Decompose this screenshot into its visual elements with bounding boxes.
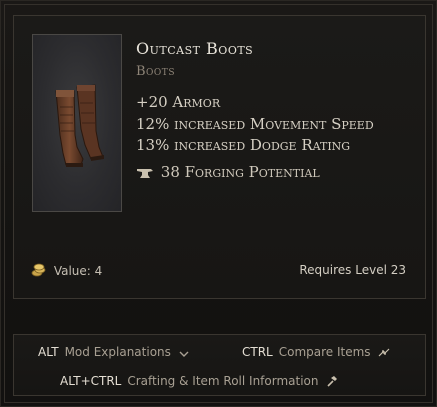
- anvil-icon: [137, 169, 153, 178]
- leather-boots-icon: [55, 84, 104, 167]
- level-requirement: Requires Level 23: [299, 263, 406, 277]
- item-tooltip: Outcast Boots Boots +20 Armor 12% increa…: [0, 0, 437, 407]
- forging-potential-label: 38 Forging Potential: [160, 163, 320, 181]
- item-name: Outcast Boots: [136, 39, 254, 58]
- hammer-icon: [327, 376, 338, 387]
- item-value: Value: 4: [31, 263, 102, 278]
- forging-potential: 38 Forging Potential: [136, 163, 320, 181]
- hint-craft-key: ALT+CTRL: [60, 374, 122, 388]
- item-value-label: Value: 4: [53, 264, 103, 278]
- hint-compare-label: Compare Items: [278, 345, 371, 359]
- hint-mod-label: Mod Explanations: [64, 345, 171, 359]
- gold-coin-icon: [31, 263, 46, 277]
- hint-crafting-info[interactable]: ALT+CTRL Crafting & Item Roll Information: [60, 374, 338, 388]
- chevron-down-icon: [179, 351, 189, 357]
- stat-armor: +20 Armor: [136, 93, 221, 111]
- compare-arrows-icon: [378, 348, 390, 357]
- stat-movement-speed: 12% increased Movement Speed: [136, 115, 374, 133]
- item-type: Boots: [136, 64, 175, 79]
- hint-craft-label: Crafting & Item Roll Information: [127, 374, 319, 388]
- hint-mod-explanations[interactable]: ALT Mod Explanations: [38, 345, 189, 359]
- hint-compare-items[interactable]: CTRL Compare Items: [242, 345, 390, 359]
- hint-compare-key: CTRL: [242, 345, 273, 359]
- item-icon-slot: [32, 34, 122, 212]
- hint-mod-key: ALT: [38, 345, 59, 359]
- stat-dodge-rating: 13% increased Dodge Rating: [136, 136, 351, 154]
